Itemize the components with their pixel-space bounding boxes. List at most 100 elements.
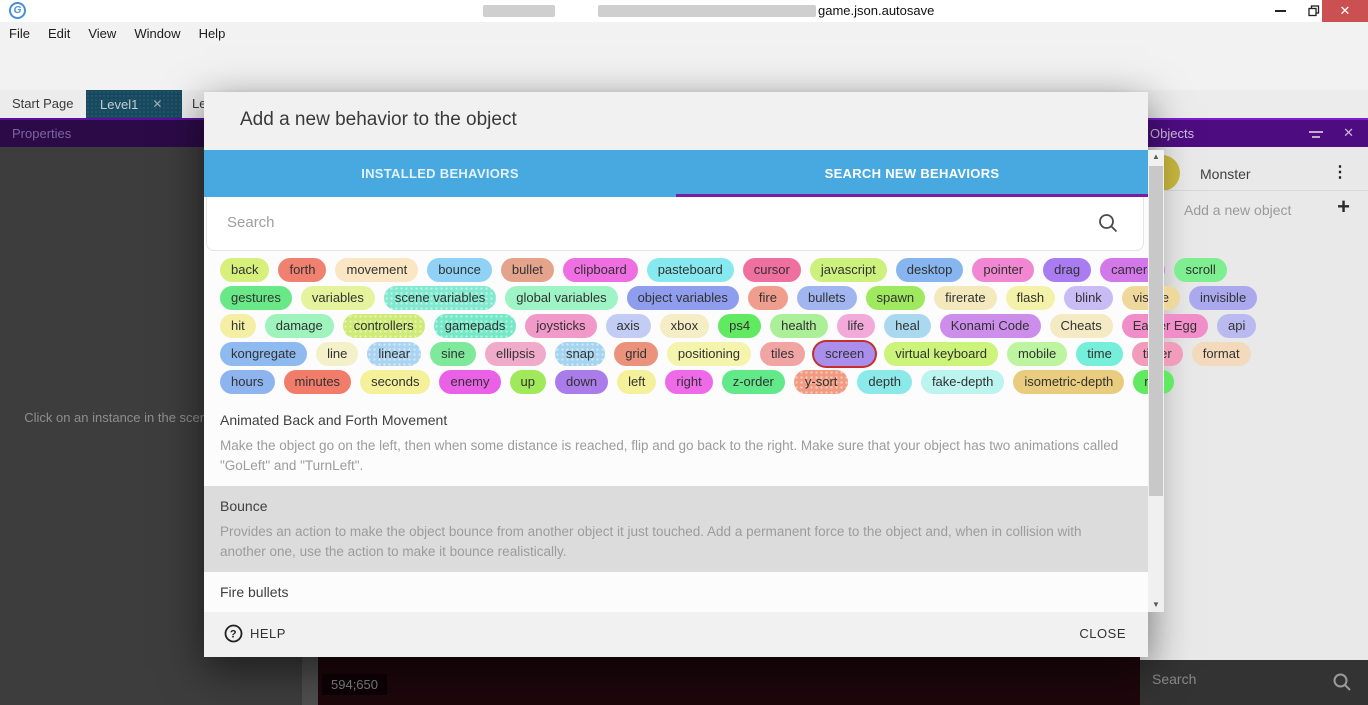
tag-chip-pointer[interactable]: pointer xyxy=(972,258,1034,282)
tag-chip-scroll[interactable]: scroll xyxy=(1174,258,1226,282)
behavior-item-animated-back-forth[interactable]: Animated Back and Forth Movement Make th… xyxy=(204,400,1148,486)
tag-chip-heal[interactable]: heal xyxy=(884,314,931,338)
objects-panel-close-icon[interactable]: ✕ xyxy=(1343,125,1354,141)
close-window-button[interactable]: ✕ xyxy=(1322,0,1368,22)
tag-chip-left[interactable]: left xyxy=(617,370,656,394)
tag-chip-joysticks[interactable]: joysticks xyxy=(525,314,596,338)
menu-bar: File Edit View Window Help xyxy=(0,22,1368,44)
tab-search-new-behaviors[interactable]: SEARCH NEW BEHAVIORS xyxy=(676,150,1148,197)
tag-chip-drag[interactable]: drag xyxy=(1043,258,1091,282)
tag-chip-damage[interactable]: damage xyxy=(265,314,334,338)
tag-chip-line[interactable]: line xyxy=(316,342,358,366)
tag-chip-life[interactable]: life xyxy=(837,314,876,338)
tag-chip-controllers[interactable]: controllers xyxy=(343,314,425,338)
tag-chip-object-variables[interactable]: object variables xyxy=(627,286,739,310)
add-object-plus-icon[interactable]: + xyxy=(1337,194,1350,220)
blurred-title-segment xyxy=(598,5,816,17)
tag-chip-isometric-depth[interactable]: isometric-depth xyxy=(1013,370,1124,394)
tab-installed-behaviors[interactable]: INSTALLED BEHAVIORS xyxy=(204,150,676,197)
tag-chip-easter-egg[interactable]: Easter Egg xyxy=(1122,314,1208,338)
tag-chip-xbox[interactable]: xbox xyxy=(660,314,709,338)
tag-chip-konami-code[interactable]: Konami Code xyxy=(940,314,1041,338)
tag-chip-movement[interactable]: movement xyxy=(335,258,418,282)
tag-chip-javascript[interactable]: javascript xyxy=(810,258,887,282)
tag-chip-z-order[interactable]: z-order xyxy=(722,370,785,394)
tag-chip-linear[interactable]: linear xyxy=(367,342,421,366)
tag-chip-spawn[interactable]: spawn xyxy=(866,286,926,310)
tag-chip-bullets[interactable]: bullets xyxy=(797,286,857,310)
behavior-item-fire-bullets[interactable]: Fire bullets Allow the object to fire bu… xyxy=(204,572,1148,612)
tag-chip-bullet[interactable]: bullet xyxy=(501,258,554,282)
filter-icon[interactable] xyxy=(1308,128,1324,146)
tag-chip-blink[interactable]: blink xyxy=(1064,286,1113,310)
tag-chip-clipboard[interactable]: clipboard xyxy=(563,258,638,282)
tag-chip-axis[interactable]: axis xyxy=(606,314,651,338)
tag-chip-gestures[interactable]: gestures xyxy=(220,286,292,310)
tag-chip-desktop[interactable]: desktop xyxy=(896,258,964,282)
objects-search-input[interactable] xyxy=(1150,670,1314,688)
tag-chip-cheats[interactable]: Cheats xyxy=(1050,314,1113,338)
tag-chip-format[interactable]: format xyxy=(1192,342,1251,366)
behavior-item-bounce[interactable]: Bounce Provides an action to make the ob… xyxy=(204,486,1148,572)
properties-panel-title: Properties xyxy=(12,126,71,141)
tag-chip-down[interactable]: down xyxy=(555,370,608,394)
tag-chip-pasteboard[interactable]: pasteboard xyxy=(647,258,734,282)
tag-chip-seconds[interactable]: seconds xyxy=(360,370,430,394)
tag-chip-bounce[interactable]: bounce xyxy=(427,258,492,282)
tag-chip-fire[interactable]: fire xyxy=(748,286,788,310)
tab-start-page[interactable]: Start Page xyxy=(12,96,73,111)
tag-chip-kongregate[interactable]: kongregate xyxy=(220,342,307,366)
tag-chip-positioning[interactable]: positioning xyxy=(667,342,751,366)
tag-chip-api[interactable]: api xyxy=(1217,314,1256,338)
menu-help[interactable]: Help xyxy=(190,26,235,41)
tag-chip-back[interactable]: back xyxy=(220,258,269,282)
tag-chip-health[interactable]: health xyxy=(770,314,827,338)
dialog-scrollbar[interactable]: ▲ ▼ xyxy=(1148,150,1164,612)
tag-chip-ellipsis[interactable]: ellipsis xyxy=(485,342,546,366)
tag-chip-ps4[interactable]: ps4 xyxy=(718,314,761,338)
tag-chip-global-variables[interactable]: global variables xyxy=(505,286,617,310)
tab-level1[interactable]: Level1 ✕ xyxy=(86,90,182,118)
tag-chip-flash[interactable]: flash xyxy=(1006,286,1055,310)
tag-chip-screen[interactable]: screen xyxy=(814,342,875,366)
close-dialog-button[interactable]: CLOSE xyxy=(1079,626,1126,641)
tag-chip-hit[interactable]: hit xyxy=(220,314,256,338)
add-object-label[interactable]: Add a new object xyxy=(1184,202,1291,218)
tag-chip-depth[interactable]: depth xyxy=(857,370,912,394)
tag-chip-grid[interactable]: grid xyxy=(614,342,658,366)
menu-view[interactable]: View xyxy=(79,26,125,41)
tag-chip-right[interactable]: right xyxy=(665,370,712,394)
menu-edit[interactable]: Edit xyxy=(39,26,79,41)
minimize-button[interactable] xyxy=(1262,0,1298,22)
help-button[interactable]: ? HELP xyxy=(224,624,286,643)
scroll-down-arrow[interactable]: ▼ xyxy=(1148,598,1164,612)
tag-chip-tiles[interactable]: tiles xyxy=(760,342,805,366)
tag-chip-forth[interactable]: forth xyxy=(278,258,326,282)
menu-window[interactable]: Window xyxy=(125,26,189,41)
objects-search-bar xyxy=(1140,660,1368,705)
tag-chip-scene-variables[interactable]: scene variables xyxy=(384,286,496,310)
tag-chip-y-sort[interactable]: y-sort xyxy=(794,370,849,394)
tag-chip-cursor[interactable]: cursor xyxy=(743,258,801,282)
tag-chip-enemy[interactable]: enemy xyxy=(439,370,500,394)
tag-chip-minutes[interactable]: minutes xyxy=(284,370,352,394)
tag-chip-virtual-keyboard[interactable]: virtual keyboard xyxy=(884,342,998,366)
tag-chip-gamepads[interactable]: gamepads xyxy=(434,314,517,338)
tag-chip-fake-depth[interactable]: fake-depth xyxy=(921,370,1004,394)
tab-close-icon[interactable]: ✕ xyxy=(152,97,162,111)
tag-chip-time[interactable]: time xyxy=(1076,342,1123,366)
menu-file[interactable]: File xyxy=(0,26,39,41)
tag-chip-snap[interactable]: snap xyxy=(555,342,605,366)
object-menu-icon[interactable]: ⋮ xyxy=(1332,162,1348,182)
tag-chip-hours[interactable]: hours xyxy=(220,370,275,394)
scrollbar-thumb[interactable] xyxy=(1149,166,1163,496)
scroll-up-arrow[interactable]: ▲ xyxy=(1148,150,1164,164)
tag-chip-up[interactable]: up xyxy=(510,370,546,394)
help-icon: ? xyxy=(224,624,243,643)
tag-chip-variables[interactable]: variables xyxy=(301,286,375,310)
tag-chip-invisible[interactable]: invisible xyxy=(1189,286,1257,310)
tag-chip-mobile[interactable]: mobile xyxy=(1007,342,1067,366)
tag-chip-firerate[interactable]: firerate xyxy=(934,286,996,310)
tag-chip-sine[interactable]: sine xyxy=(430,342,476,366)
behavior-search-input[interactable] xyxy=(225,213,1069,232)
